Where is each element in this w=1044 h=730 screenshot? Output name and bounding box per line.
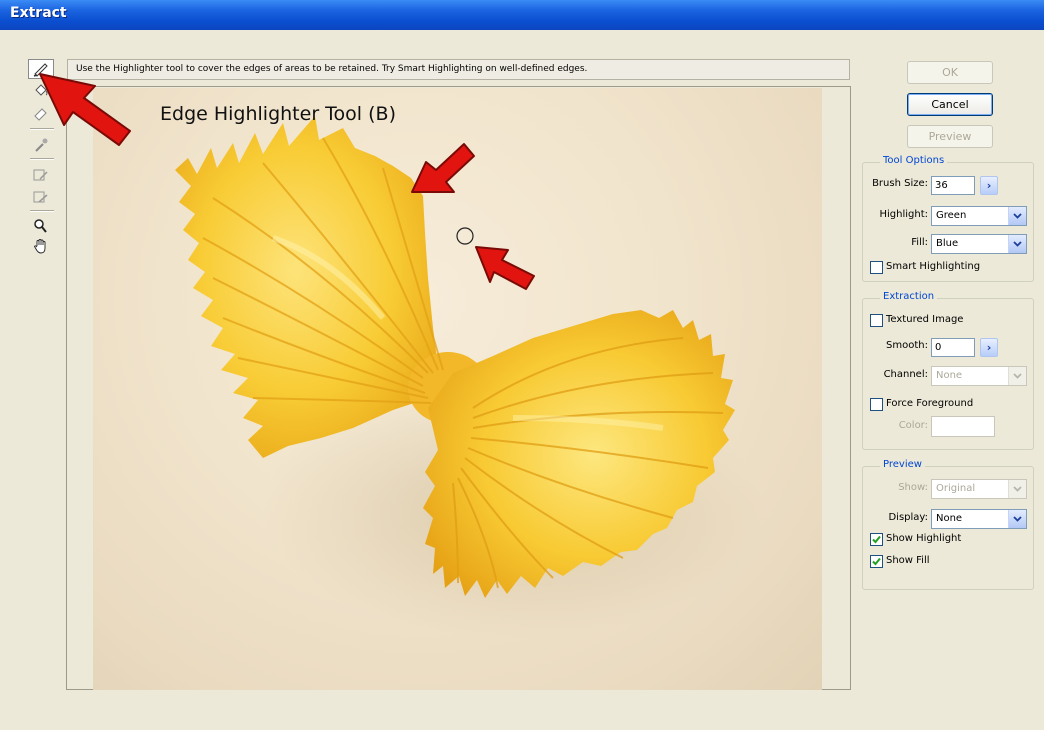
show-fill-checkbox[interactable] xyxy=(870,555,883,568)
channel-select[interactable]: None xyxy=(931,366,1027,386)
show-select[interactable]: Original xyxy=(931,479,1027,499)
edge-touchup-icon[interactable] xyxy=(26,187,56,207)
eyedropper-icon[interactable] xyxy=(26,135,56,155)
display-label: Display: xyxy=(888,512,928,523)
chevron-down-icon[interactable] xyxy=(1008,480,1026,498)
edge-highlighter-icon[interactable] xyxy=(28,59,54,79)
smooth-label: Smooth: xyxy=(886,340,928,351)
show-fill-label: Show Fill xyxy=(886,555,930,566)
preview-image[interactable] xyxy=(93,88,822,690)
checkmark-icon xyxy=(872,535,881,544)
chevron-down-icon[interactable] xyxy=(1008,510,1026,528)
brush-size-field[interactable]: 36 xyxy=(931,176,975,195)
ok-button[interactable]: OK xyxy=(907,61,993,84)
channel-label: Channel: xyxy=(883,369,928,380)
chevron-down-icon[interactable] xyxy=(1008,367,1026,385)
checkmark-icon xyxy=(872,557,881,566)
chevron-down-icon[interactable] xyxy=(1008,235,1026,253)
show-value: Original xyxy=(936,483,976,494)
preview-button[interactable]: Preview xyxy=(907,125,993,148)
fill-color-value: Blue xyxy=(936,238,959,249)
hint-text: Use the Highlighter tool to cover the ed… xyxy=(67,59,850,80)
fill-icon[interactable] xyxy=(26,81,56,101)
textured-image-checkbox[interactable] xyxy=(870,314,883,327)
tool-callout-label: Edge Highlighter Tool (B) xyxy=(160,103,396,125)
eraser-icon[interactable] xyxy=(26,103,56,123)
farfalle-pasta-image xyxy=(175,116,763,638)
channel-value: None xyxy=(936,370,963,381)
extraction-title: Extraction xyxy=(880,291,938,302)
brush-size-label: Brush Size: xyxy=(872,178,928,189)
color-label: Color: xyxy=(898,420,928,431)
preview-title: Preview xyxy=(880,459,925,470)
force-foreground-label: Force Foreground xyxy=(886,398,974,409)
display-value: None xyxy=(936,513,963,524)
smooth-slider-button[interactable]: › xyxy=(980,338,998,357)
cancel-button[interactable]: Cancel xyxy=(907,93,993,116)
title-bar: Extract xyxy=(0,0,1044,30)
tool-options-title: Tool Options xyxy=(880,155,948,166)
highlight-color-value: Green xyxy=(936,210,967,221)
hand-icon[interactable] xyxy=(26,236,56,256)
highlight-color-select[interactable]: Green xyxy=(931,206,1027,226)
foreground-color-swatch[interactable] xyxy=(931,416,995,437)
highlight-label: Highlight: xyxy=(879,209,928,220)
cleanup-icon[interactable] xyxy=(26,165,56,185)
zoom-icon[interactable] xyxy=(26,216,56,236)
chevron-down-icon[interactable] xyxy=(1008,207,1026,225)
smooth-field[interactable]: 0 xyxy=(931,338,975,357)
smart-highlighting-label: Smart Highlighting xyxy=(886,261,981,272)
fill-label: Fill: xyxy=(911,237,928,248)
show-label: Show: xyxy=(898,482,928,493)
show-highlight-checkbox[interactable] xyxy=(870,533,883,546)
fill-color-select[interactable]: Blue xyxy=(931,234,1027,254)
show-highlight-label: Show Highlight xyxy=(886,533,962,544)
force-foreground-checkbox[interactable] xyxy=(870,398,883,411)
brush-size-slider-button[interactable]: › xyxy=(980,176,998,195)
smart-highlighting-checkbox[interactable] xyxy=(870,261,883,274)
textured-image-label: Textured Image xyxy=(886,314,964,325)
display-select[interactable]: None xyxy=(931,509,1027,529)
window-title: Extract xyxy=(10,5,67,21)
